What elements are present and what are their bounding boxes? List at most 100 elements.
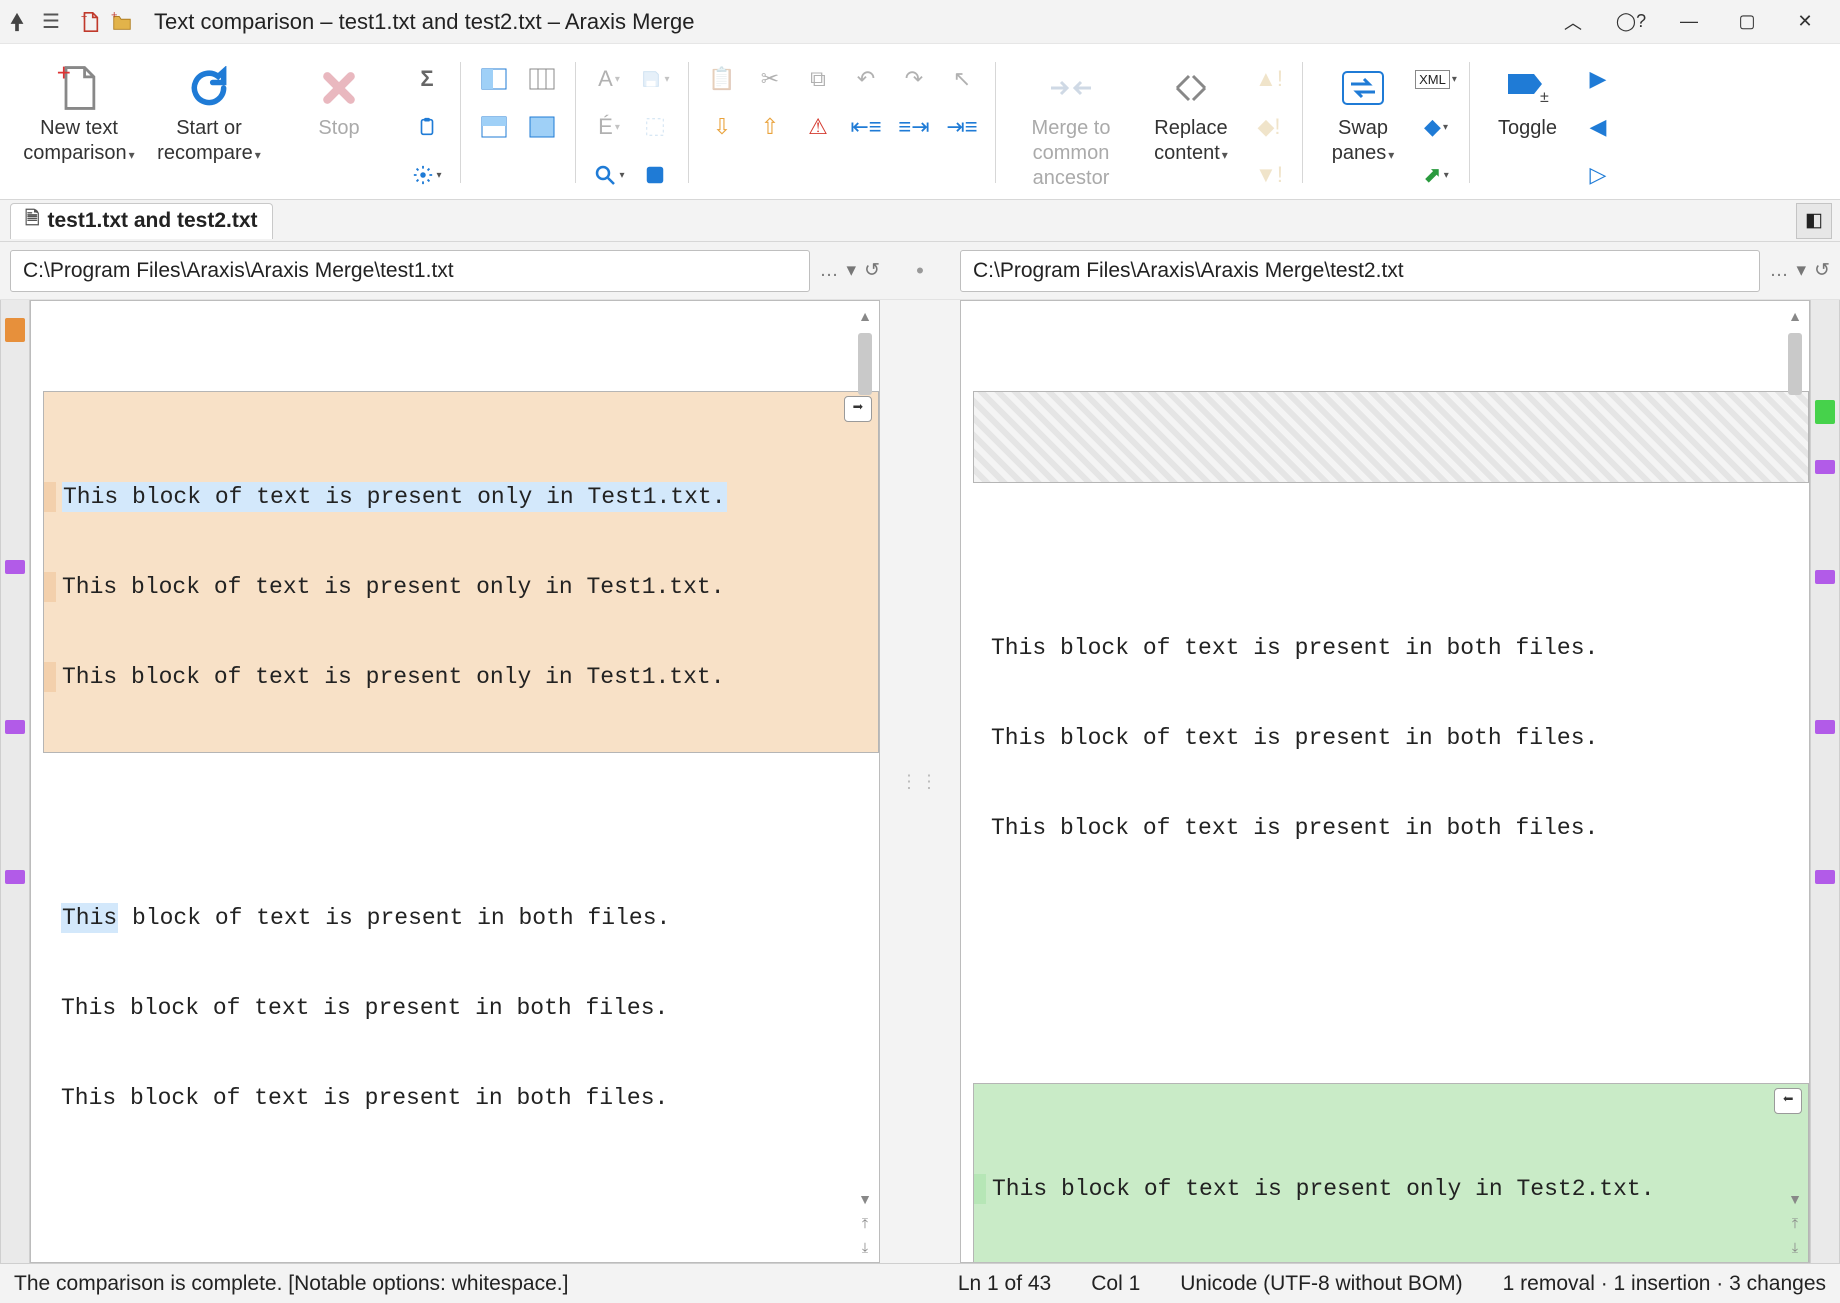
flag-prev-icon[interactable]: ◀ [1577,106,1619,148]
scroll-down-icon[interactable]: ▼ [1788,1188,1802,1210]
stop-button: Stop [274,54,404,147]
scroll-thumb[interactable] [1788,333,1802,395]
clipboard-icon[interactable] [406,106,448,148]
status-column: Col 1 [1091,1272,1140,1296]
warn-down-icon[interactable]: ▼! [1248,154,1290,196]
history-icon[interactable]: ↺ [1814,259,1830,282]
swap-panes-button[interactable]: Swappanes▾ [1313,54,1413,172]
layout-single-icon[interactable] [521,106,563,148]
left-removed-line: This block of text is present only in Te… [62,662,725,692]
select-area-icon[interactable] [634,106,676,148]
chevron-down-icon[interactable]: ▾ [1797,259,1807,282]
chevron-down-icon[interactable]: ▾ [847,259,857,282]
document-icon: 🗎 [25,206,39,236]
conflict-icon[interactable]: ⚠ [797,106,839,148]
scroll-up-icon[interactable]: ▲ [858,305,872,327]
replace-content-label: Replacecontent [1154,117,1228,164]
svg-text:±: ± [1540,89,1549,106]
cursor-icon[interactable]: ↖ [941,58,983,100]
scroll-top-icon[interactable]: ⤒ [858,1212,872,1234]
outdent-icon[interactable]: ⇤≡ [845,106,887,148]
merge-icon [1046,60,1096,116]
start-recompare-button[interactable]: Start orrecompare▾ [144,54,274,172]
left-overview[interactable] [0,300,30,1263]
tab-label: test1.txt and test2.txt [47,209,257,233]
new-file-icon[interactable]: + [76,8,104,36]
svg-text:+: + [81,11,87,23]
gear-icon[interactable] [406,154,448,196]
maximize-button[interactable]: ▢ [1718,1,1776,43]
search-icon[interactable] [588,154,630,196]
scroll-up-icon[interactable]: ▲ [1788,305,1802,327]
ellipsis-icon[interactable]: … [820,260,839,282]
next-diff-up-icon[interactable]: ⇧ [749,106,791,148]
scroll-top-icon[interactable]: ⤒ [1788,1212,1802,1234]
history-icon[interactable]: ↺ [864,259,880,282]
next-diff-down-icon[interactable]: ⇩ [701,106,743,148]
left-pane[interactable]: ➡ This block of text is present only in … [30,300,880,1263]
help-icon[interactable]: ◯? [1602,1,1660,43]
left-file-path-text: C:\Program Files\Araxis\Araxis Merge\tes… [23,259,454,283]
window-title: Text comparison – test1.txt and test2.tx… [136,9,1544,35]
new-text-comparison-button[interactable]: + New textcomparison▾ [14,54,144,172]
xml-icon[interactable]: XML [1415,58,1457,100]
center-gutter[interactable]: ⋮⋮ [880,300,960,1263]
warn-mid-icon[interactable]: ◆! [1248,106,1290,148]
status-encoding: Unicode (UTF-8 without BOM) [1180,1272,1462,1296]
layout-two-pane-icon[interactable] [473,58,515,100]
text-line: This block of text is present in both fi… [991,633,1598,663]
undo-icon[interactable]: ↶ [845,58,887,100]
tab-current[interactable]: 🗎 test1.txt and test2.txt [10,203,273,239]
sigma-icon[interactable]: Σ [406,58,448,100]
swap-icon [1341,60,1385,116]
side-panel-toggle[interactable]: ◧ [1796,203,1832,239]
replace-icon [1167,60,1215,116]
right-overview[interactable] [1810,300,1840,1263]
bookmark-icon[interactable]: ◆ [1415,106,1457,148]
layout-vertical-icon[interactable] [473,106,515,148]
select-all-icon[interactable] [634,154,676,196]
save-icon[interactable] [634,58,676,100]
merge-common-label: Merge to common ancestor [1010,116,1132,191]
export-icon[interactable]: ⬈ [1415,154,1457,196]
copy-icon[interactable]: ⧉ [797,58,839,100]
left-scrollbar[interactable]: ▲ ▼ ⤒ ⤓ [855,305,875,1258]
ellipsis-icon[interactable]: … [1770,260,1789,282]
stop-label: Stop [318,116,359,141]
scroll-thumb[interactable] [858,333,872,395]
new-folder-icon[interactable]: + [108,8,136,36]
status-line: Ln 1 of 43 [958,1272,1051,1296]
right-scrollbar[interactable]: ▲ ▼ ⤒ ⤓ [1785,305,1805,1258]
layout-three-pane-icon[interactable] [521,58,563,100]
left-file-path[interactable]: C:\Program Files\Araxis\Araxis Merge\tes… [10,250,810,292]
splitter-grip-icon[interactable]: ⋮⋮ [900,771,940,792]
tab-strip: 🗎 test1.txt and test2.txt ◧ [0,200,1840,242]
font-size-icon[interactable]: A [588,58,630,100]
scroll-bottom-icon[interactable]: ⤓ [858,1236,872,1258]
encoding-icon[interactable]: É [588,106,630,148]
ribbon: + New textcomparison▾ Start orrecompare▾… [0,44,1840,200]
close-button[interactable]: ✕ [1776,1,1834,43]
text-line: This block of text is present in both fi… [61,993,668,1023]
minimize-button[interactable]: — [1660,1,1718,43]
warn-up-icon[interactable]: ▲! [1248,58,1290,100]
flag-clear-icon[interactable]: ▷ [1577,154,1619,196]
indent-right-icon[interactable]: ⇥≡ [941,106,983,148]
chevron-up-icon[interactable]: ︿ [1544,1,1602,43]
indent-icon[interactable]: ≡⇥ [893,106,935,148]
redo-icon[interactable]: ↷ [893,58,935,100]
cut-icon[interactable]: ✂ [749,58,791,100]
replace-content-button[interactable]: Replacecontent▾ [1136,54,1246,172]
paste-icon[interactable]: 📋 [701,58,743,100]
status-bar: The comparison is complete. [Notable opt… [0,1263,1840,1303]
flag-next-icon[interactable]: ▶ [1577,58,1619,100]
text-line: This block of text is present in both fi… [991,723,1598,753]
toggle-button[interactable]: ± Toggle [1480,54,1575,147]
document-plus-icon: + [56,60,102,116]
menu-button[interactable]: ☰ [34,9,68,34]
right-file-path[interactable]: C:\Program Files\Araxis\Araxis Merge\tes… [960,250,1760,292]
right-pane[interactable]: This block of text is present in both fi… [960,300,1810,1263]
scroll-bottom-icon[interactable]: ⤓ [1788,1236,1802,1258]
scroll-down-icon[interactable]: ▼ [858,1188,872,1210]
text-line: This block of text is present in both fi… [61,1083,668,1113]
